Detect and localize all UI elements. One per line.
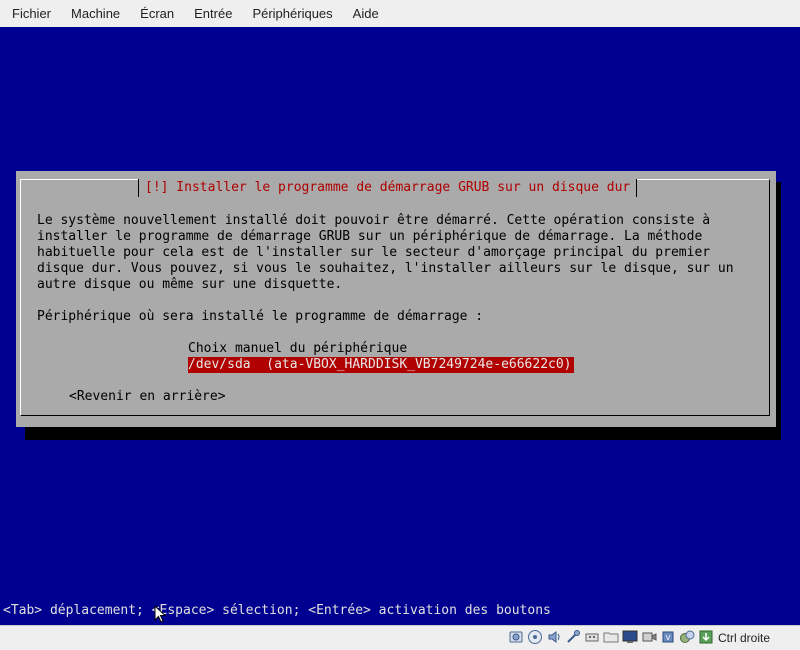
status-bar: V Ctrl droite [0,625,800,650]
mouse-pointer-icon [154,605,166,623]
device-prompt-label: Périphérique où sera installé le program… [37,309,484,324]
menu-aide[interactable]: Aide [341,0,387,27]
menu-bar: Fichier Machine Écran Entrée Périphériqu… [0,0,800,28]
menu-fichier[interactable]: Fichier [0,0,59,27]
option-manual-device[interactable]: Choix manuel du périphérique [188,341,407,357]
video-capture-icon[interactable] [641,629,657,645]
dialog-frame: [!] Installer le programme de démarrage … [20,179,770,416]
menu-entree[interactable]: Entrée [182,0,240,27]
usb-icon[interactable] [584,629,600,645]
menu-ecran[interactable]: Écran [128,0,182,27]
network-icon[interactable] [565,629,581,645]
back-button[interactable]: <Revenir en arrière> [69,389,226,405]
display-icon[interactable] [622,629,638,645]
grub-install-dialog: [!] Installer le programme de démarrage … [16,171,776,427]
cpu-icon[interactable]: V [660,629,676,645]
svg-text:V: V [666,634,671,642]
dialog-body-text: Le système nouvellement installé doit po… [37,213,734,292]
keyboard-help-line: <Tab> déplacement; <Espace> sélection; <… [3,603,551,618]
vm-screen[interactable]: [!] Installer le programme de démarrage … [0,27,800,625]
device-status-icons: V [508,629,714,645]
menu-peripheriques[interactable]: Périphériques [240,0,340,27]
menu-machine[interactable]: Machine [59,0,128,27]
host-key-label: Ctrl droite [718,631,771,645]
shared-folder-icon[interactable] [603,629,619,645]
dialog-title: [!] Installer le programme de démarrage … [138,179,638,197]
keyboard-capture-icon[interactable] [698,629,714,645]
audio-icon[interactable] [546,629,562,645]
option-dev-sda-selected[interactable]: /dev/sda (ata-VBOX_HARDDISK_VB7249724e-e… [188,357,574,373]
hard-disk-icon[interactable] [508,629,524,645]
mouse-integration-icon[interactable] [679,629,695,645]
optical-drive-icon[interactable] [527,629,543,645]
